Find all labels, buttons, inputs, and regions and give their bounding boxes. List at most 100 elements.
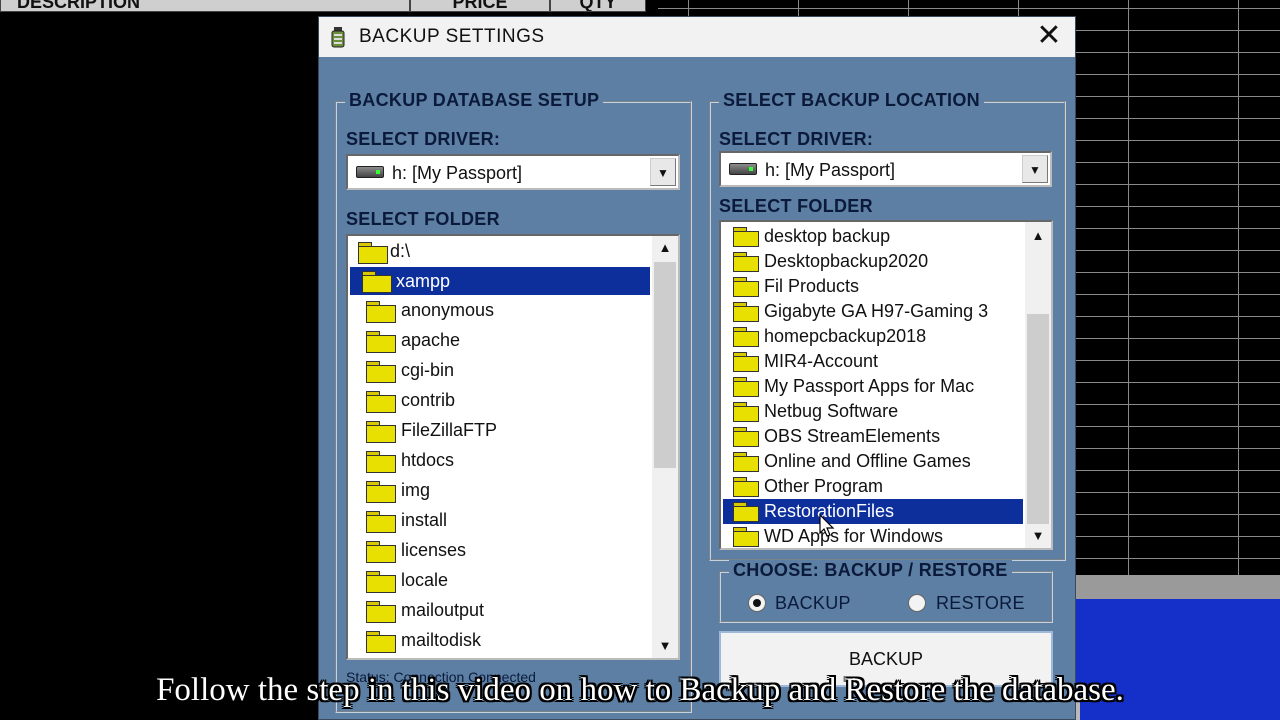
left-folder-tree[interactable]: d:\ xampp anonymous apache cgi-bin contr… (346, 234, 680, 660)
open-folder-icon (358, 242, 388, 264)
folder-icon (733, 352, 759, 372)
tree-item[interactable]: install (350, 508, 650, 533)
list-item-label: Desktopbackup2020 (764, 251, 929, 271)
title-bar[interactable]: BACKUP SETTINGS ✕ (319, 17, 1075, 57)
tree-item-label: contrib (401, 390, 456, 410)
background-panel (1076, 575, 1280, 599)
left-folder-label: SELECT FOLDER (346, 209, 500, 229)
folder-icon (733, 377, 759, 397)
list-item-label: homepcbackup2018 (764, 326, 927, 346)
folder-icon (733, 252, 759, 272)
tree-item-label: install (401, 510, 448, 530)
list-item[interactable]: WD Apps for Windows (721, 524, 1023, 548)
backup-radio[interactable] (748, 594, 766, 612)
folder-icon (366, 511, 396, 533)
folder-icon (366, 451, 396, 473)
folder-icon (366, 391, 396, 413)
scroll-down-icon[interactable]: ▼ (1025, 524, 1051, 548)
tree-item-label: locale (401, 570, 449, 590)
tree-item[interactable]: FileZillaFTP (350, 418, 650, 443)
left-tree-scrollbar[interactable]: ▲ ▼ (652, 236, 678, 658)
tree-item[interactable]: cgi-bin (350, 358, 650, 383)
group-title-backup-database-setup: BACKUP DATABASE SETUP (345, 90, 604, 111)
tree-item-label: cgi-bin (401, 360, 455, 380)
chevron-down-icon[interactable]: ▼ (650, 158, 676, 186)
folder-icon (366, 571, 396, 593)
list-item[interactable]: desktop backup (721, 224, 1023, 249)
right-driver-select[interactable]: h: [My Passport] ▼ (719, 151, 1052, 187)
left-driver-value: h: [My Passport] (392, 163, 523, 183)
bg-column-description: DESCRIPTION (0, 0, 410, 12)
tree-item-label: xampp (396, 271, 451, 291)
list-item[interactable]: OBS StreamElements (721, 424, 1023, 449)
list-item-label: My Passport Apps for Mac (764, 376, 975, 396)
chevron-down-icon[interactable]: ▼ (1022, 155, 1048, 183)
right-folder-list[interactable]: desktop backup Desktopbackup2020 Fil Pro… (719, 220, 1053, 550)
scrollbar-thumb[interactable] (654, 262, 676, 468)
folder-icon (366, 541, 396, 563)
tree-item[interactable]: locale (350, 568, 650, 593)
dialog-title: BACKUP SETTINGS (359, 26, 545, 47)
tree-item[interactable]: licenses (350, 538, 650, 563)
folder-icon (366, 421, 396, 443)
folder-icon (733, 527, 759, 547)
list-item[interactable]: Netbug Software (721, 399, 1023, 424)
folder-icon (733, 427, 759, 447)
tree-item-label: anonymous (401, 300, 495, 320)
tree-item[interactable]: htdocs (350, 448, 650, 473)
group-title-choose: CHOOSE: BACKUP / RESTORE (729, 560, 1012, 581)
list-item-label: Online and Offline Games (764, 451, 971, 471)
list-item-label: Other Program (764, 476, 884, 496)
backup-radio-label[interactable]: BACKUP (775, 593, 851, 614)
tree-item[interactable]: anonymous (350, 298, 650, 323)
folder-icon (366, 631, 396, 653)
tree-item-label: d:\ (390, 241, 411, 261)
list-item[interactable]: homepcbackup2018 (721, 324, 1023, 349)
list-item[interactable]: Online and Offline Games (721, 449, 1023, 474)
tree-item[interactable]: apache (350, 328, 650, 353)
open-folder-icon (362, 271, 392, 293)
folder-icon (366, 331, 396, 353)
folder-icon (733, 302, 759, 322)
list-item[interactable]: Fil Products (721, 274, 1023, 299)
group-title-select-backup-location: SELECT BACKUP LOCATION (719, 90, 984, 111)
tree-item[interactable]: mailtodisk (350, 628, 650, 653)
list-item[interactable]: Other Program (721, 474, 1023, 499)
scroll-up-icon[interactable]: ▲ (1025, 224, 1051, 248)
right-driver-label: SELECT DRIVER: (719, 129, 874, 149)
list-item-label: OBS StreamElements (764, 426, 941, 446)
tree-item-label: mailtodisk (401, 630, 482, 650)
scroll-up-icon[interactable]: ▲ (652, 236, 678, 260)
tree-item[interactable]: mailoutput (350, 598, 650, 623)
app-icon (331, 27, 345, 48)
tree-item-label: licenses (401, 540, 467, 560)
tree-item-label: FileZillaFTP (401, 420, 498, 440)
folder-icon (366, 301, 396, 323)
close-button[interactable]: ✕ (1033, 21, 1065, 53)
right-driver-value: h: [My Passport] (765, 160, 896, 180)
list-item[interactable]: Gigabyte GA H97-Gaming 3 (721, 299, 1023, 324)
tree-item-label: mailoutput (401, 600, 485, 620)
tree-item[interactable]: xampp (350, 267, 650, 295)
folder-icon (733, 327, 759, 347)
tree-item[interactable]: d:\ (350, 239, 650, 264)
list-item[interactable]: Desktopbackup2020 (721, 249, 1023, 274)
folder-icon (366, 361, 396, 383)
scrollbar-thumb[interactable] (1027, 314, 1049, 524)
folder-icon (733, 477, 759, 497)
restore-radio[interactable] (908, 594, 926, 612)
list-item[interactable]: MIR4-Account (721, 349, 1023, 374)
right-list-scrollbar[interactable]: ▲ ▼ (1025, 222, 1051, 548)
tree-item[interactable]: img (350, 478, 650, 503)
drive-icon (729, 163, 757, 175)
scroll-down-icon[interactable]: ▼ (652, 634, 678, 658)
left-driver-select[interactable]: h: [My Passport] ▼ (346, 154, 680, 190)
tree-item[interactable]: contrib (350, 388, 650, 413)
list-item[interactable]: My Passport Apps for Mac (721, 374, 1023, 399)
list-item-label: Netbug Software (764, 401, 899, 421)
video-caption: Follow the step in this video on how to … (156, 672, 1124, 708)
list-item[interactable]: RestorationFiles (723, 499, 1023, 524)
folder-icon (366, 481, 396, 503)
restore-radio-label[interactable]: RESTORE (936, 593, 1025, 614)
folder-icon (733, 452, 759, 472)
